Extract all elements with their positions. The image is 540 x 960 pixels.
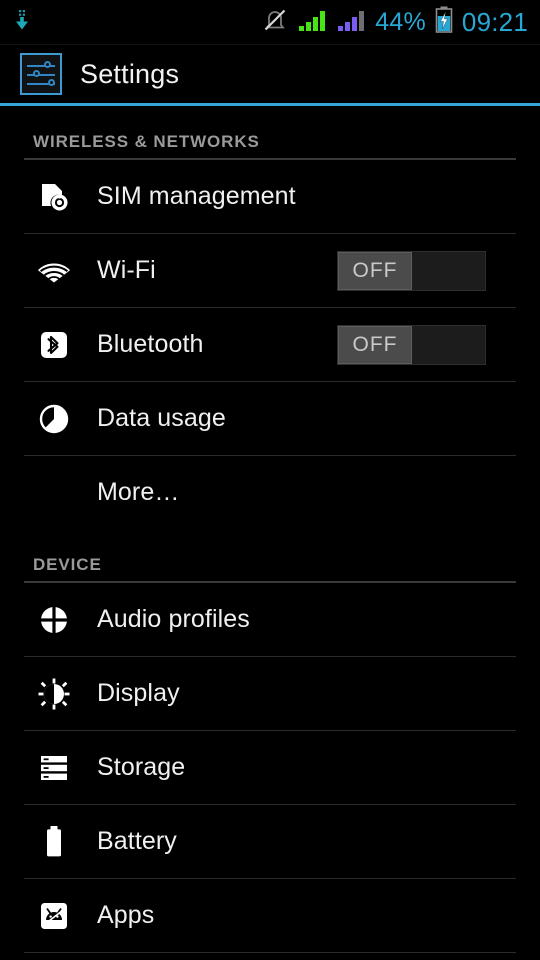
battery-icon — [33, 825, 75, 859]
status-bar[interactable]: 44% 09:21 — [0, 0, 540, 44]
page-title: Settings — [80, 58, 180, 89]
wifi-icon — [33, 257, 75, 285]
settings-row-label: Display — [97, 679, 180, 707]
status-bar-notifications — [14, 9, 30, 36]
brightness-sun-icon — [33, 678, 75, 710]
action-bar[interactable]: Settings — [0, 45, 540, 103]
settings-row-sim-management[interactable]: SIM management — [0, 160, 540, 233]
settings-row-wifi[interactable]: Wi-Fi OFF — [0, 234, 540, 307]
section-header-wireless: WIRELESS & NETWORKS — [33, 132, 260, 151]
section-header-personal: PERSONAL — [0, 953, 540, 960]
settings-row-label: More… — [97, 478, 180, 506]
battery-charging-icon — [435, 6, 453, 38]
settings-row-label: Audio profiles — [97, 605, 250, 633]
mute-bell-icon — [262, 7, 288, 38]
toggle-thumb[interactable]: OFF — [338, 251, 412, 290]
settings-row-label: Battery — [97, 827, 177, 855]
download-arrow-icon — [14, 9, 30, 36]
settings-row-more[interactable]: More… — [0, 456, 540, 529]
toggle-state-label: OFF — [352, 332, 398, 356]
bluetooth-icon — [33, 328, 75, 362]
status-bar-icons: 44% 09:21 — [262, 6, 528, 38]
sim-card-icon — [33, 180, 75, 214]
wifi-toggle-switch[interactable]: OFF — [337, 250, 486, 291]
settings-row-storage[interactable]: Storage — [0, 731, 540, 804]
settings-row-label: SIM management — [97, 182, 296, 210]
settings-row-label: Apps — [97, 901, 155, 929]
signal-bars-sim2-icon — [336, 7, 366, 38]
battery-percent-label: 44% — [375, 7, 426, 36]
signal-bars-sim1-icon — [297, 7, 327, 38]
settings-row-label: Bluetooth — [97, 330, 204, 358]
pie-chart-icon — [33, 403, 75, 435]
settings-row-apps[interactable]: Apps — [0, 879, 540, 952]
settings-row-label: Wi-Fi — [97, 256, 156, 284]
settings-row-battery[interactable]: Battery — [0, 805, 540, 878]
toggle-thumb[interactable]: OFF — [338, 325, 412, 364]
settings-row-display[interactable]: Display — [0, 657, 540, 730]
settings-row-bluetooth[interactable]: Bluetooth OFF — [0, 308, 540, 381]
storage-stack-icon — [33, 753, 75, 783]
settings-row-audio-profiles[interactable]: Audio profiles — [0, 583, 540, 656]
status-bar-clock: 09:21 — [461, 7, 528, 37]
settings-list[interactable]: WIRELESS & NETWORKS SIM management Wi-Fi… — [0, 106, 540, 960]
settings-row-label: Storage — [97, 753, 186, 781]
section-header-device: DEVICE — [33, 555, 102, 574]
settings-sliders-icon[interactable] — [20, 53, 62, 95]
settings-row-data-usage[interactable]: Data usage — [0, 382, 540, 455]
android-apps-icon — [33, 900, 75, 932]
audio-profiles-icon — [33, 604, 75, 636]
bluetooth-toggle-switch[interactable]: OFF — [337, 324, 486, 365]
settings-row-label: Data usage — [97, 404, 226, 432]
toggle-state-label: OFF — [352, 258, 398, 282]
